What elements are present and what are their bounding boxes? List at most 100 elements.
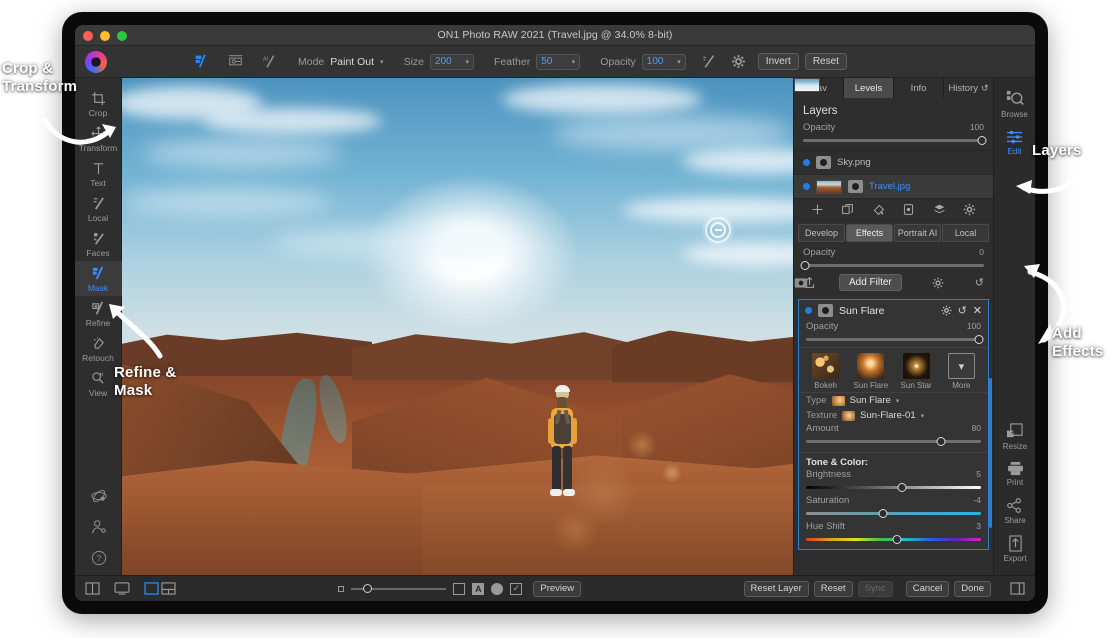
- help-icon[interactable]: ?: [91, 550, 107, 566]
- tab-portrait-ai[interactable]: Portrait AI: [894, 224, 941, 242]
- table-row[interactable]: Sky.png: [794, 78, 993, 174]
- mode-control[interactable]: Mode Paint Out ▾: [298, 56, 384, 68]
- panel-toggle-icon[interactable]: [1010, 582, 1025, 595]
- filter-visibility-toggle[interactable]: [805, 307, 812, 314]
- layer-settings-icon[interactable]: [963, 203, 976, 216]
- filter-settings-gear-icon[interactable]: [932, 277, 944, 289]
- layer-mask-thumbnail[interactable]: [848, 180, 863, 193]
- filter-opacity-knob[interactable]: [974, 334, 984, 344]
- size-input[interactable]: 200 ▾: [430, 53, 474, 70]
- single-view-icon[interactable]: [114, 582, 130, 595]
- brightness-track[interactable]: [806, 482, 981, 492]
- sidebar-item-local[interactable]: Local: [75, 191, 122, 226]
- flare-amount-knob[interactable]: [936, 436, 946, 446]
- layers-opacity-knob[interactable]: [977, 135, 987, 145]
- tab-local[interactable]: Local: [942, 224, 989, 242]
- layer-visibility-toggle[interactable]: [803, 159, 810, 166]
- chevron-down-icon[interactable]: ▾: [465, 58, 469, 66]
- show-mask-icon[interactable]: [453, 582, 466, 595]
- hue-shift-track[interactable]: [806, 534, 981, 544]
- rail-item-edit[interactable]: Edit: [1006, 124, 1024, 161]
- chevron-down-icon[interactable]: ▾: [677, 58, 681, 66]
- rail-item-export[interactable]: Export: [1003, 530, 1027, 568]
- fill-layer-icon[interactable]: [872, 203, 885, 216]
- sidebar-item-text[interactable]: Text: [75, 156, 122, 191]
- filter-reset-arrow-icon[interactable]: ↺: [958, 304, 967, 317]
- rail-item-share[interactable]: Share: [1004, 492, 1026, 530]
- brightness-knob[interactable]: [897, 482, 907, 492]
- zoom-out-icon[interactable]: [338, 585, 345, 592]
- ai-mask-tool-icon[interactable]: AI: [261, 54, 278, 69]
- presets-icon[interactable]: [90, 488, 107, 504]
- flare-texture-value[interactable]: Sun-Flare-01: [860, 410, 915, 421]
- delete-layer-icon[interactable]: [902, 203, 915, 216]
- done-button[interactable]: Done: [954, 580, 991, 597]
- saturation-slider[interactable]: Saturation -4: [799, 495, 988, 521]
- reset-layer-button[interactable]: Reset Layer: [743, 580, 809, 597]
- module-opacity-track[interactable]: [800, 260, 984, 270]
- preview-button[interactable]: Preview: [533, 580, 582, 597]
- layer-mask-thumbnail[interactable]: [816, 156, 831, 169]
- layer-visibility-toggle[interactable]: [803, 183, 810, 190]
- zoom-slider-knob[interactable]: [363, 584, 373, 593]
- filmstrip-view-icon[interactable]: [144, 582, 176, 595]
- sidebar-item-faces[interactable]: Faces: [75, 226, 122, 261]
- chevron-down-icon[interactable]: ▾: [896, 397, 900, 405]
- gear-icon[interactable]: [731, 54, 746, 69]
- saturation-track[interactable]: [806, 508, 981, 518]
- panel-scrollbar[interactable]: [989, 378, 992, 528]
- portrait-person-icon[interactable]: [91, 519, 107, 535]
- sun-flare-position-handle[interactable]: [705, 217, 731, 243]
- filter-reset-icon[interactable]: ↺: [975, 276, 984, 289]
- checkmark-icon[interactable]: ✓: [510, 582, 523, 595]
- chevron-down-icon[interactable]: ▾: [921, 412, 925, 420]
- mask-brush-tool-icon[interactable]: [193, 54, 210, 69]
- flare-amount-track[interactable]: [806, 436, 981, 446]
- tab-info[interactable]: Info: [894, 78, 944, 98]
- gradient-mask-tool-icon[interactable]: [227, 54, 244, 69]
- layers-opacity-track[interactable]: [803, 135, 987, 145]
- feather-control[interactable]: Feather 50 ▾: [494, 53, 581, 70]
- brightness-slider[interactable]: Brightness 5: [799, 469, 988, 495]
- flare-type-value[interactable]: Sun Flare: [850, 395, 891, 406]
- zoom-slider[interactable]: [351, 584, 447, 593]
- tab-levels[interactable]: Levels: [844, 78, 894, 98]
- saturation-knob[interactable]: [878, 508, 888, 518]
- opacity-input[interactable]: 100 ▾: [641, 53, 686, 70]
- cancel-button[interactable]: Cancel: [905, 580, 950, 597]
- filter-mask-thumbnail[interactable]: [818, 304, 833, 317]
- chevron-down-icon[interactable]: ▾: [380, 58, 384, 66]
- chevron-down-icon[interactable]: ▾: [572, 58, 576, 66]
- layers-opacity-slider[interactable]: Opacity 100: [794, 122, 993, 146]
- module-opacity-knob[interactable]: [800, 260, 810, 270]
- show-clipping-icon[interactable]: A: [472, 582, 485, 595]
- preset-bokeh[interactable]: Bokeh: [807, 353, 845, 390]
- copy-layer-icon[interactable]: [841, 203, 854, 216]
- invert-button[interactable]: Invert: [757, 53, 799, 70]
- filter-gear-icon[interactable]: [941, 305, 952, 316]
- filter-opacity-slider[interactable]: Opacity 100: [799, 321, 988, 347]
- opacity-control[interactable]: Opacity 100 ▾: [600, 53, 686, 70]
- filter-opacity-track[interactable]: [806, 334, 984, 344]
- reset-mask-button[interactable]: Reset: [804, 53, 847, 70]
- tab-effects[interactable]: Effects: [846, 224, 893, 242]
- filter-mask-icon[interactable]: [794, 277, 808, 289]
- brush-curve-icon[interactable]: [700, 54, 717, 69]
- close-icon[interactable]: ✕: [973, 304, 982, 317]
- add-layer-icon[interactable]: [811, 203, 824, 216]
- module-opacity-slider[interactable]: Opacity 0: [794, 247, 993, 271]
- mode-value[interactable]: Paint Out: [330, 56, 374, 68]
- rail-item-browse[interactable]: Browse: [1001, 85, 1028, 124]
- compare-view-icon[interactable]: [85, 582, 100, 595]
- rail-item-resize[interactable]: Resize: [1003, 418, 1027, 456]
- preset-more[interactable]: ▾ More: [942, 353, 980, 390]
- rail-item-print[interactable]: Print: [1007, 456, 1024, 492]
- preset-sun-flare[interactable]: Sun Flare: [852, 353, 890, 390]
- sidebar-item-mask[interactable]: Mask: [75, 261, 122, 296]
- tab-develop[interactable]: Develop: [798, 224, 845, 242]
- size-control[interactable]: Size 200 ▾: [404, 53, 474, 70]
- merge-layers-icon[interactable]: [933, 203, 946, 216]
- tab-history[interactable]: History ↺: [944, 78, 993, 98]
- reset-button[interactable]: Reset: [813, 580, 853, 597]
- flare-texture-row[interactable]: Texture Sun-Flare-01 ▾: [799, 408, 988, 423]
